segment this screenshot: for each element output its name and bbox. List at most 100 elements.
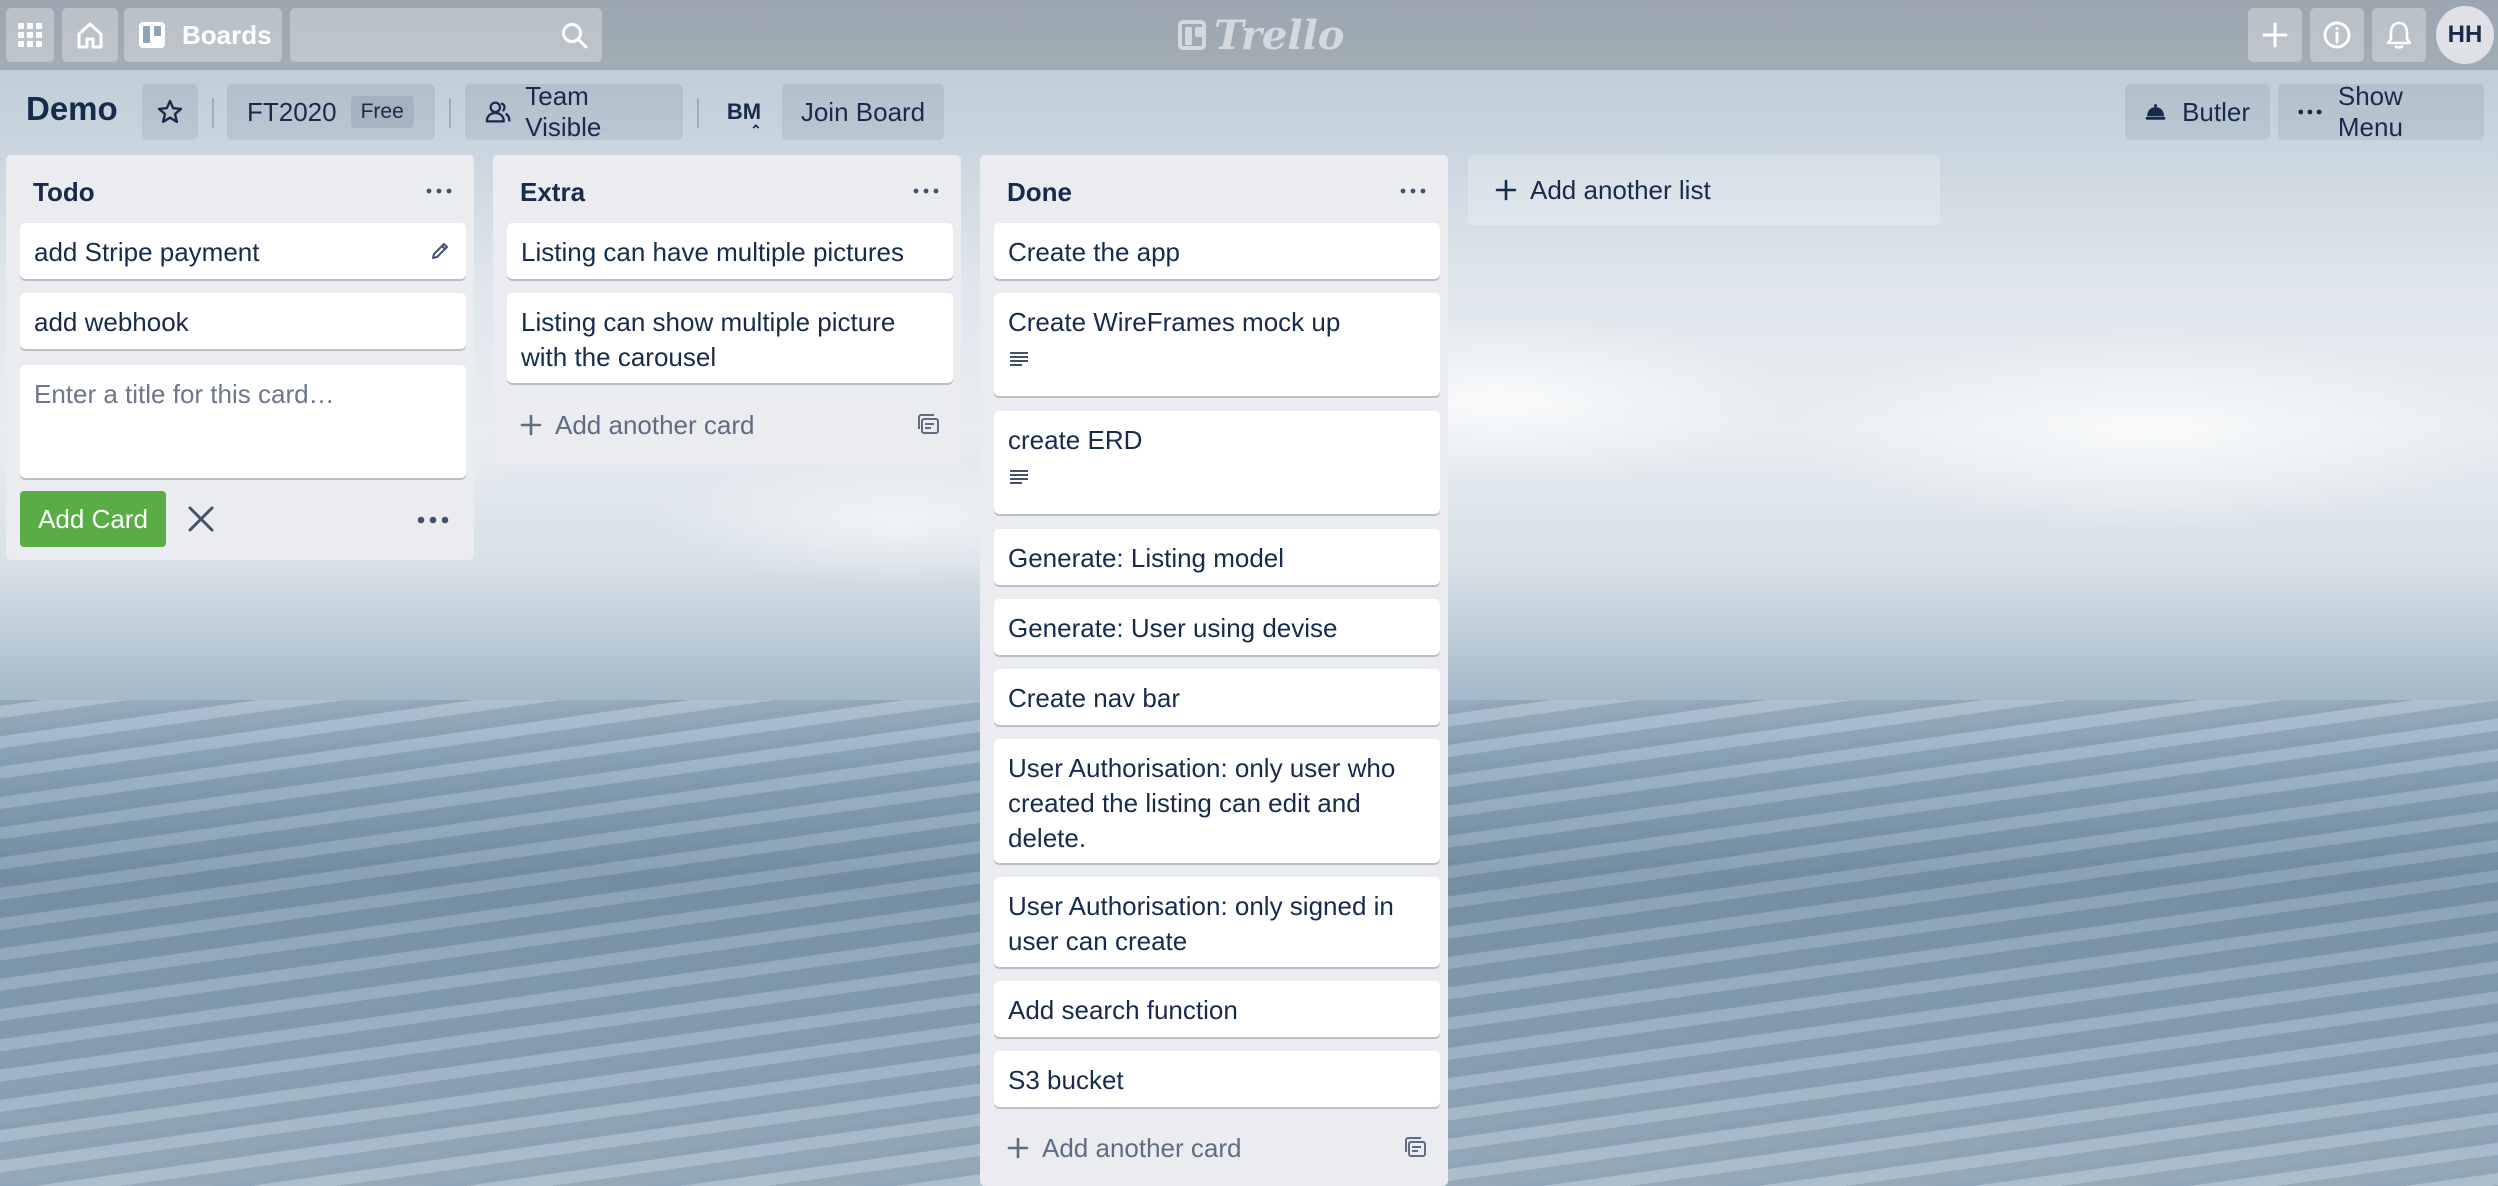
list-title[interactable]: Todo <box>33 177 95 208</box>
team-name: FT2020 <box>247 96 337 127</box>
list-menu-icon[interactable] <box>424 181 454 201</box>
list-done: Done Create the app Create WireFrames mo… <box>980 155 1448 1186</box>
card-title: Create the app <box>1008 237 1181 267</box>
card[interactable]: Create the app <box>994 223 1440 279</box>
plus-icon <box>1007 1137 1029 1159</box>
user-avatar[interactable]: HH <box>2436 6 2494 64</box>
description-icon <box>1010 352 1028 366</box>
add-list-label: Add another list <box>1530 174 1711 205</box>
add-another-list-button[interactable]: Add another list <box>1468 155 1940 225</box>
logo-text: Trello <box>1214 11 1345 59</box>
card-title: User Authorisation: only user who create… <box>1008 753 1396 853</box>
ellipsis-icon <box>2298 109 2322 115</box>
list-header: Extra <box>493 155 961 225</box>
show-menu-label: Show Menu <box>2337 81 2403 142</box>
header-divider <box>449 98 451 128</box>
plus-icon <box>1495 179 1517 201</box>
join-board-button[interactable]: Join Board <box>782 84 944 140</box>
card-title: create ERD <box>1008 425 1143 455</box>
list-header: Todo <box>6 155 474 225</box>
plus-icon <box>520 414 542 436</box>
card[interactable]: Create nav bar <box>994 669 1440 725</box>
home-icon <box>77 22 103 49</box>
card-title-input[interactable] <box>20 365 466 478</box>
plan-badge: Free <box>350 96 414 128</box>
show-menu-button[interactable]: Show Menu <box>2278 81 2484 142</box>
board-member-avatar[interactable]: BM ⌃ <box>720 88 768 138</box>
star-board-button[interactable] <box>142 84 198 140</box>
apps-button[interactable] <box>6 8 54 62</box>
add-card-label: Add another card <box>555 409 755 440</box>
close-icon[interactable] <box>186 504 216 534</box>
description-icon <box>1010 470 1028 484</box>
top-header: Boards Trello HH <box>0 0 2498 70</box>
card[interactable]: Listing can show multiple picture with t… <box>507 293 953 383</box>
card-title: add Stripe payment <box>34 237 260 267</box>
create-button[interactable] <box>2248 8 2302 62</box>
card[interactable]: Generate: Listing model <box>994 529 1440 585</box>
card[interactable]: Create WireFrames mock up <box>994 293 1440 396</box>
join-board-label: Join Board <box>800 96 926 127</box>
home-button[interactable] <box>62 8 118 62</box>
add-another-card-button[interactable]: Add another card <box>507 400 953 450</box>
card-title: User Authorisation: only signed in user … <box>1008 891 1394 956</box>
card-title: Create nav bar <box>1008 683 1180 713</box>
list-menu-icon[interactable] <box>911 181 941 201</box>
card-title: add webhook <box>34 307 189 337</box>
search-icon[interactable] <box>560 21 588 49</box>
card-template-icon[interactable] <box>1404 1137 1428 1159</box>
admin-chevron-icon: ⌃ <box>750 122 762 138</box>
card[interactable]: create ERD <box>994 411 1440 514</box>
card[interactable]: User Authorisation: only user who create… <box>994 739 1440 863</box>
card-title: Add search function <box>1008 995 1238 1025</box>
card-title: Create WireFrames mock up <box>1008 307 1341 337</box>
list-menu-icon[interactable] <box>1398 181 1428 201</box>
card[interactable]: add Stripe payment <box>20 223 466 279</box>
boards-button[interactable]: Boards <box>124 8 282 62</box>
list-todo: Todo add Stripe payment add webhook Add … <box>6 155 474 560</box>
list-header: Done <box>980 155 1448 225</box>
card-title: S3 bucket <box>1008 1065 1124 1095</box>
card-title: Listing can have multiple pictures <box>521 237 904 267</box>
plus-icon <box>2262 22 2288 48</box>
team-icon <box>485 101 511 123</box>
card[interactable]: Listing can have multiple pictures <box>507 223 953 279</box>
more-options-icon[interactable] <box>416 515 450 525</box>
notifications-button[interactable] <box>2372 8 2426 62</box>
list-title[interactable]: Extra <box>520 177 585 208</box>
search-field[interactable] <box>290 8 602 62</box>
butler-button[interactable]: Butler <box>2125 84 2270 140</box>
visibility-button[interactable]: Team Visible <box>465 81 683 142</box>
list-title[interactable]: Done <box>1007 177 1072 208</box>
board-title[interactable]: Demo <box>26 90 118 128</box>
add-another-card-button[interactable]: Add another card <box>994 1123 1440 1173</box>
star-icon <box>157 99 183 123</box>
header-divider <box>697 98 699 128</box>
card-template-icon[interactable] <box>917 414 941 436</box>
card-title: Generate: User using devise <box>1008 613 1338 643</box>
card-composer[interactable] <box>20 365 466 478</box>
butler-icon <box>2145 104 2166 120</box>
card[interactable]: User Authorisation: only signed in user … <box>994 877 1440 967</box>
list-extra: Extra Listing can have multiple pictures… <box>493 155 961 464</box>
team-button[interactable]: FT2020 Free <box>227 84 435 140</box>
card[interactable]: S3 bucket <box>994 1051 1440 1107</box>
boards-label: Boards <box>182 19 272 50</box>
add-card-label: Add another card <box>1042 1132 1242 1163</box>
butler-label: Butler <box>2182 96 2250 127</box>
search-input[interactable] <box>290 8 572 62</box>
trello-logo[interactable]: Trello <box>1178 11 1345 59</box>
visibility-label: Team Visible <box>525 81 602 142</box>
card-title: Generate: Listing model <box>1008 543 1285 573</box>
card[interactable]: Generate: User using devise <box>994 599 1440 655</box>
card[interactable]: add webhook <box>20 293 466 349</box>
pencil-icon[interactable] <box>430 241 450 261</box>
header-divider <box>212 98 214 128</box>
card[interactable]: Add search function <box>994 981 1440 1037</box>
card-title: Listing can show multiple picture with t… <box>521 307 896 372</box>
add-card-button[interactable]: Add Card <box>20 491 166 547</box>
bell-icon <box>2386 21 2412 49</box>
info-button[interactable] <box>2310 8 2364 62</box>
grid-icon <box>18 23 42 47</box>
info-icon <box>2323 21 2351 49</box>
